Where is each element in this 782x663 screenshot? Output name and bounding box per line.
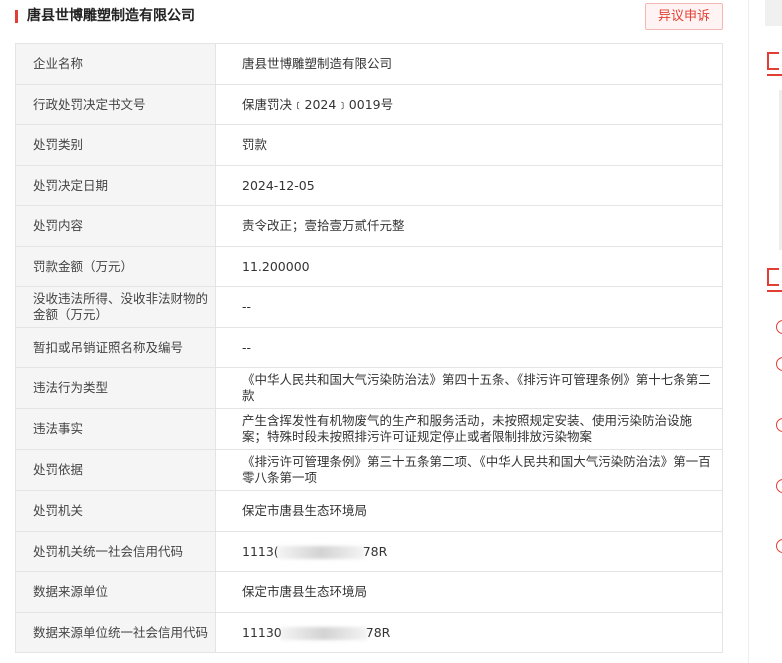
row-value-penalty-content: 责令改正；壹拾壹万贰仟元整 bbox=[215, 205, 723, 247]
row-value-penalty-authority: 保定市唐县生态环境局 bbox=[215, 490, 723, 532]
table-row: 违法行为类型 《中华人民共和国大气污染防治法》第四十五条、《排污许可管理条例》第… bbox=[15, 367, 723, 409]
table-row: 处罚类别 罚款 bbox=[15, 124, 723, 166]
row-value-violation-facts: 产生含挥发性有机物废气的生产和服务活动，未按照规定安装、使用污染防治设施案；特殊… bbox=[215, 408, 723, 450]
row-value-fine-amount: 11.200000 bbox=[215, 246, 723, 287]
side-list-bullet-icon[interactable] bbox=[776, 320, 782, 334]
right-side-panel bbox=[748, 0, 782, 663]
row-value-confiscation-amount: -- bbox=[215, 286, 723, 328]
row-value-license-revocation: -- bbox=[215, 327, 723, 368]
side-panel-top-block bbox=[765, 0, 782, 26]
side-section-icon bbox=[767, 268, 782, 292]
row-value-decision-number: 保唐罚决﹝2024﹞0019号 bbox=[215, 84, 723, 125]
row-label-violation-facts: 违法事实 bbox=[15, 408, 216, 450]
redaction-mask bbox=[279, 626, 368, 640]
table-row: 处罚依据 《排污许可管理条例》第三十五条第二项、《中华人民共和国大气污染防治法》… bbox=[15, 449, 723, 491]
section-underline bbox=[767, 74, 782, 76]
section-glyph-icon bbox=[767, 52, 779, 70]
row-value-decision-date: 2024-12-05 bbox=[215, 165, 723, 206]
table-row: 行政处罚决定书文号 保唐罚决﹝2024﹞0019号 bbox=[15, 84, 723, 125]
redaction-mask bbox=[276, 545, 365, 559]
table-row: 处罚内容 责令改正；壹拾壹万贰仟元整 bbox=[15, 205, 723, 247]
row-label-penalty-authority: 处罚机关 bbox=[15, 490, 216, 532]
row-label-authority-credit-code: 处罚机关统一社会信用代码 bbox=[15, 531, 216, 572]
row-value-authority-credit-code: 1113( 78R bbox=[215, 531, 723, 572]
section-underline bbox=[767, 290, 782, 292]
side-list-bullet-icon[interactable] bbox=[776, 479, 782, 493]
row-label-confiscation-amount: 没收违法所得、没收非法财物的金额（万元） bbox=[15, 286, 216, 328]
row-label-source-credit-code: 数据来源单位统一社会信用代码 bbox=[15, 612, 216, 653]
row-label-penalty-basis: 处罚依据 bbox=[15, 449, 216, 491]
row-label-decision-date: 处罚决定日期 bbox=[15, 165, 216, 206]
row-value-penalty-basis: 《排污许可管理条例》第三十五条第二项、《中华人民共和国大气污染防治法》第一百零八… bbox=[215, 449, 723, 491]
table-row: 数据来源单位 保定市唐县生态环境局 bbox=[15, 571, 723, 613]
row-label-fine-amount: 罚款金额（万元） bbox=[15, 246, 216, 287]
table-row: 处罚机关 保定市唐县生态环境局 bbox=[15, 490, 723, 532]
table-row: 处罚决定日期 2024-12-05 bbox=[15, 165, 723, 206]
table-row: 处罚机关统一社会信用代码 1113( 78R bbox=[15, 531, 723, 572]
side-section-icon bbox=[767, 52, 782, 76]
row-value-penalty-type: 罚款 bbox=[215, 124, 723, 166]
side-list-bullet-icon[interactable] bbox=[776, 418, 782, 432]
penalty-detail-table: 企业名称 唐县世博雕塑制造有限公司 行政处罚决定书文号 保唐罚决﹝2024﹞00… bbox=[15, 43, 723, 653]
side-list-bullet-icon[interactable] bbox=[776, 539, 782, 553]
title-accent-bar bbox=[15, 10, 18, 23]
row-label-decision-number: 行政处罚决定书文号 bbox=[15, 84, 216, 125]
table-row: 违法事实 产生含挥发性有机物废气的生产和服务活动，未按照规定安装、使用污染防治设… bbox=[15, 408, 723, 450]
credit-code-suffix: 78R bbox=[365, 624, 391, 640]
page-title: 唐县世博雕塑制造有限公司 bbox=[27, 8, 195, 24]
table-row: 数据来源单位统一社会信用代码 11130 78R bbox=[15, 612, 723, 653]
table-row: 企业名称 唐县世博雕塑制造有限公司 bbox=[15, 43, 723, 85]
row-label-company-name: 企业名称 bbox=[15, 43, 216, 85]
table-row: 暂扣或吊销证照名称及编号 -- bbox=[15, 327, 723, 368]
credit-code-suffix: 78R bbox=[362, 543, 388, 559]
appeal-button[interactable]: 异议申诉 bbox=[645, 3, 723, 30]
row-label-violation-type: 违法行为类型 bbox=[15, 367, 216, 409]
side-list-bullet-icon[interactable] bbox=[776, 357, 782, 371]
section-glyph-icon bbox=[767, 268, 779, 286]
page-header: 唐县世博雕塑制造有限公司 异议申诉 bbox=[0, 0, 735, 36]
row-label-penalty-type: 处罚类别 bbox=[15, 124, 216, 166]
table-row: 没收违法所得、没收非法财物的金额（万元） -- bbox=[15, 286, 723, 328]
row-value-violation-type: 《中华人民共和国大气污染防治法》第四十五条、《排污许可管理条例》第十七条第二款 bbox=[215, 367, 723, 409]
table-row: 罚款金额（万元） 11.200000 bbox=[15, 246, 723, 287]
row-label-license-revocation: 暂扣或吊销证照名称及编号 bbox=[15, 327, 216, 368]
credit-code-prefix: 11130 bbox=[242, 624, 282, 640]
row-label-data-source: 数据来源单位 bbox=[15, 571, 216, 613]
row-value-data-source: 保定市唐县生态环境局 bbox=[215, 571, 723, 613]
row-value-company-name: 唐县世博雕塑制造有限公司 bbox=[215, 43, 723, 85]
row-label-penalty-content: 处罚内容 bbox=[15, 205, 216, 247]
row-value-source-credit-code: 11130 78R bbox=[215, 612, 723, 653]
credit-code-prefix: 1113( bbox=[242, 543, 279, 559]
